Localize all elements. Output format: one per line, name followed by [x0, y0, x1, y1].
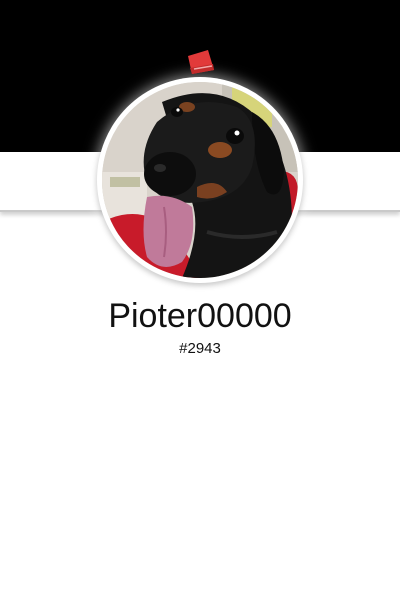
avatar-frame [97, 77, 303, 283]
user-discriminator: #2943 [179, 340, 221, 357]
red-hat-icon [188, 50, 214, 74]
avatar[interactable] [102, 82, 298, 278]
dachshund-photo [102, 82, 298, 278]
username: Pioter00000 [108, 297, 292, 335]
profile-card: Pioter00000 #2943 [0, 0, 400, 600]
